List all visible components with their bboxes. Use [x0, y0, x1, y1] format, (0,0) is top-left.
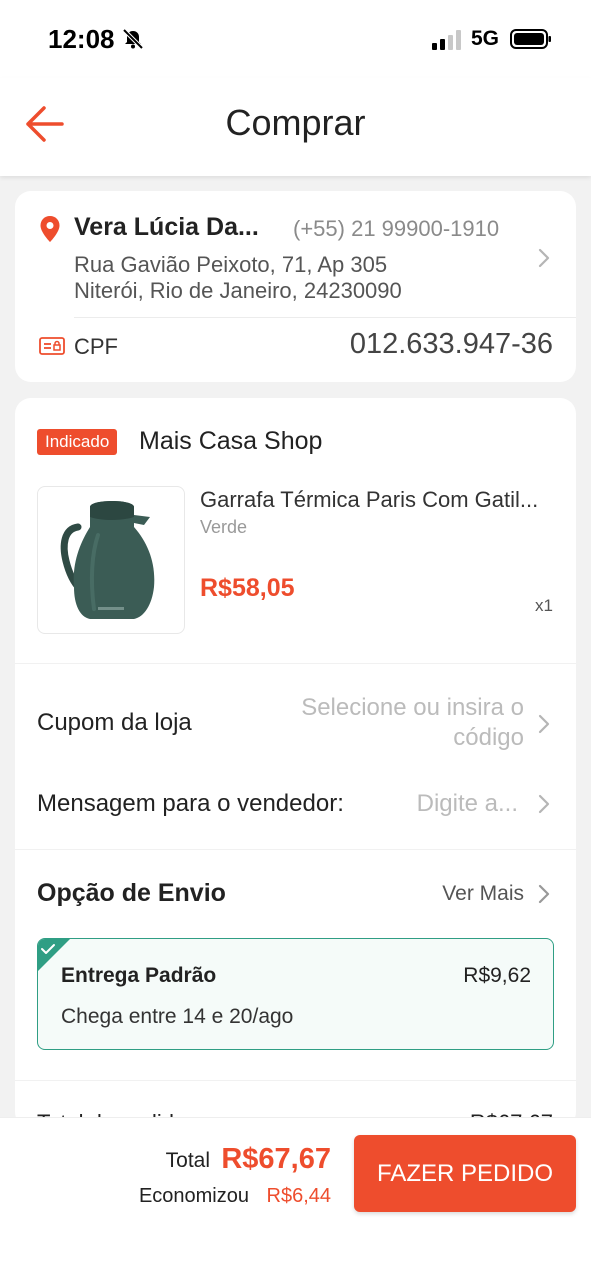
store-coupon-placeholder[interactable]: Selecione ou insira o código [264, 693, 524, 753]
shipping-see-more-link[interactable]: Ver Mais [442, 882, 524, 906]
id-card-icon [39, 337, 65, 355]
address-line-1: Rua Gavião Peixoto, 71, Ap 305 [74, 252, 388, 277]
cpf-label: CPF [74, 334, 118, 359]
savings-value: R$6,44 [266, 1185, 332, 1207]
status-bar: 12:08 5G [0, 0, 591, 78]
divider [15, 663, 576, 664]
address-card[interactable]: Vera Lúcia Da... (+55) 21 99900-1910 Rua… [15, 191, 576, 382]
product-quantity: x1 [535, 596, 553, 615]
network-label: 5G [471, 27, 500, 50]
page-title: Comprar [225, 102, 366, 143]
total-label: Total [165, 1149, 210, 1172]
total-value: R$67,67 [221, 1143, 331, 1175]
shipping-option-standard[interactable]: Entrega Padrão R$9,62 Chega entre 14 e 2… [37, 938, 554, 1050]
order-card: Indicado Mais Casa Shop Garrafa Térmica … [15, 398, 576, 1135]
shipping-option-name: Entrega Padrão [61, 964, 217, 987]
recipient-phone: (+55) 21 99900-1910 [293, 216, 500, 241]
status-time: 12:08 [48, 24, 115, 54]
shop-name[interactable]: Mais Casa Shop [139, 427, 322, 456]
bell-muted-icon [122, 28, 144, 50]
seller-message-input[interactable]: Digite a... [417, 790, 518, 818]
address-line-2: Niterói, Rio de Janeiro, 24230090 [74, 278, 402, 303]
thermos-image [60, 501, 155, 619]
battery-icon [510, 29, 551, 49]
signal-icon [432, 30, 461, 50]
divider [15, 1080, 576, 1081]
product-variant: Verde [200, 517, 248, 537]
divider [15, 849, 576, 850]
place-order-button[interactable]: FAZER PEDIDO [354, 1135, 576, 1212]
shipping-option-price: R$9,62 [463, 964, 531, 987]
cpf-value: 012.633.947-36 [349, 328, 553, 360]
shipping-option-title: Opção de Envio [37, 879, 226, 907]
savings-label: Economizou [138, 1185, 249, 1207]
product-title[interactable]: Garrafa Térmica Paris Com Gatil... [200, 487, 560, 513]
product-price: R$58,05 [200, 574, 295, 602]
header: Comprar [0, 78, 591, 176]
store-coupon-label: Cupom da loja [37, 709, 192, 736]
checkout-bar: Total R$67,67 Economizou R$6,44 FAZER PE… [0, 1117, 591, 1280]
product-image[interactable] [37, 486, 185, 634]
chevron-right-icon[interactable] [537, 883, 551, 905]
chevron-right-icon[interactable] [537, 793, 551, 815]
chevron-right-icon[interactable] [537, 713, 551, 735]
seller-message-label: Mensagem para o vendedor: [37, 790, 344, 817]
chevron-right-icon[interactable] [537, 247, 551, 269]
shop-badge: Indicado [37, 429, 118, 455]
recipient-name: Vera Lúcia Da... [74, 213, 259, 241]
divider [74, 317, 576, 318]
location-pin-icon [40, 216, 60, 242]
shipping-option-eta: Chega entre 14 e 20/ago [61, 1005, 294, 1028]
